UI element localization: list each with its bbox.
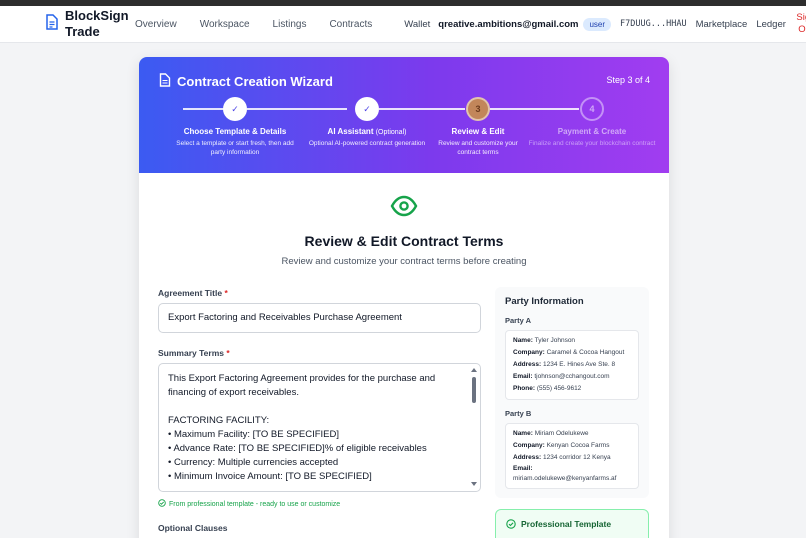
review-subtitle: Review and customize your contract terms… bbox=[281, 256, 527, 267]
wizard-step-1[interactable]: ✓ Choose Template & Details Select a tem… bbox=[170, 97, 300, 157]
nav-workspace[interactable]: Workspace bbox=[200, 19, 250, 30]
agreement-title-label: Agreement Title * bbox=[158, 288, 228, 298]
step-description: Finalize and create your blockchain cont… bbox=[528, 140, 656, 147]
party-a-label: Party A bbox=[505, 316, 531, 325]
textarea-scrollbar[interactable] bbox=[470, 367, 478, 487]
role-badge: user bbox=[583, 17, 612, 31]
step-check-icon: ✓ bbox=[223, 97, 247, 121]
summary-terms-textarea[interactable]: This Export Factoring Agreement provides… bbox=[158, 363, 481, 492]
check-circle-icon bbox=[506, 519, 516, 531]
nav-marketplace[interactable]: Marketplace bbox=[696, 19, 748, 30]
step-number: 4 bbox=[580, 97, 604, 121]
summary-line: FACTORING FACILITY: bbox=[168, 415, 270, 426]
template-hint-text: From professional template - ready to us… bbox=[169, 500, 341, 508]
nav-wallet[interactable]: Wallet bbox=[404, 19, 430, 30]
wizard-step-4[interactable]: 4 Payment & Create Finalize and create y… bbox=[527, 97, 657, 148]
party-information-panel: Party Information Party A Name: Tyler Jo… bbox=[495, 287, 649, 498]
nav-ledger[interactable]: Ledger bbox=[756, 19, 786, 30]
user-email: qreative.ambitions@gmail.com bbox=[438, 18, 579, 30]
sign-out-button[interactable]: Sign Out bbox=[795, 12, 806, 36]
brand-name: BlockSign Trade bbox=[65, 8, 129, 39]
summary-line: • Advance Rate: [TO BE SPECIFIED]% of el… bbox=[168, 443, 427, 454]
document-icon bbox=[45, 13, 59, 35]
wizard-title: Contract Creation Wizard bbox=[159, 73, 333, 90]
nav-listings[interactable]: Listings bbox=[273, 19, 307, 30]
step-counter: Step 3 of 4 bbox=[606, 75, 650, 85]
party-a-details: Name: Tyler Johnson Company: Caramel & C… bbox=[505, 330, 639, 400]
summary-terms-label: Summary Terms * bbox=[158, 348, 230, 358]
summary-line: • Minimum Invoice Amount: [TO BE SPECIFI… bbox=[168, 471, 372, 482]
wallet-address[interactable]: F7DUUG...HHAU bbox=[620, 19, 687, 29]
step-number: 3 bbox=[466, 97, 490, 121]
review-title: Review & Edit Contract Terms bbox=[304, 233, 504, 249]
document-icon bbox=[159, 73, 171, 90]
nav-links: Overview Workspace Listings Contracts bbox=[135, 19, 395, 30]
step-title: Review & Edit bbox=[451, 127, 505, 136]
nav-overview[interactable]: Overview bbox=[135, 19, 177, 30]
summary-line: financing of export receivables. bbox=[168, 387, 299, 398]
step-description: Select a template or start fresh, then a… bbox=[176, 140, 294, 156]
template-hint: From professional template - ready to us… bbox=[158, 499, 340, 509]
party-b-details: Name: Miriam Odelukewe Company: Kenyan C… bbox=[505, 423, 639, 489]
professional-template-text: Professional Template bbox=[521, 519, 612, 529]
nav-account: Wallet qreative.ambitions@gmail.com user… bbox=[395, 12, 806, 36]
scroll-thumb[interactable] bbox=[472, 377, 476, 403]
eye-icon bbox=[390, 195, 418, 222]
optional-clauses-label: Optional Clauses bbox=[158, 523, 228, 533]
step-check-icon: ✓ bbox=[355, 97, 379, 121]
top-navigation: BlockSign Trade Overview Workspace Listi… bbox=[0, 6, 806, 43]
agreement-title-input[interactable]: Export Factoring and Receivables Purchas… bbox=[158, 303, 481, 333]
nav-contracts[interactable]: Contracts bbox=[329, 19, 372, 30]
wizard-header: Contract Creation Wizard Step 3 of 4 ✓ C… bbox=[139, 57, 669, 173]
summary-line: This Export Factoring Agreement provides… bbox=[168, 373, 436, 384]
step-description: Review and customize your contract terms bbox=[438, 140, 518, 156]
party-info-title: Party Information bbox=[505, 296, 584, 307]
party-b-label: Party B bbox=[505, 409, 532, 418]
contract-wizard-card: Contract Creation Wizard Step 3 of 4 ✓ C… bbox=[139, 57, 669, 538]
check-circle-icon bbox=[158, 499, 166, 509]
brand[interactable]: BlockSign Trade bbox=[45, 8, 135, 40]
summary-line: • Maximum Facility: [TO BE SPECIFIED] bbox=[168, 429, 340, 440]
wizard-title-text: Contract Creation Wizard bbox=[177, 74, 333, 89]
step-title: Payment & Create bbox=[557, 127, 627, 136]
summary-line bbox=[168, 400, 458, 414]
summary-line: • Currency: Multiple currencies accepted bbox=[168, 457, 339, 468]
professional-template-badge: Professional Template bbox=[495, 509, 649, 538]
step-title: Choose Template & Details bbox=[183, 127, 287, 136]
wizard-step-3[interactable]: 3 Review & Edit Review and customize you… bbox=[413, 97, 543, 157]
